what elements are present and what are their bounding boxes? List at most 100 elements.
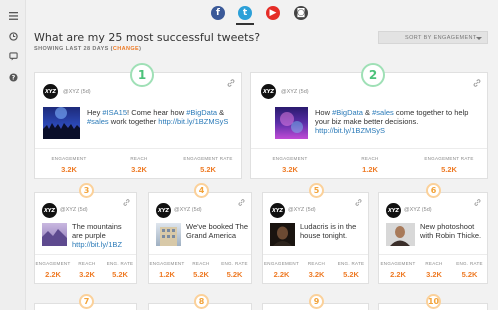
link-icon[interactable] <box>474 199 481 206</box>
metric-value: 3.2K <box>426 270 442 279</box>
sort-dropdown[interactable]: SORT BY ENGAGEMENT <box>378 31 488 44</box>
tweet-card-2[interactable]: 2 XYZ @XYZ (5d) How #BigData & #sales co… <box>250 63 488 179</box>
rank-badge: 10 <box>426 294 441 309</box>
rank-badge: 3 <box>79 183 94 198</box>
facebook-icon[interactable]: f <box>211 6 225 20</box>
tweet-text: How #BigData & #sales come together to h… <box>315 108 481 135</box>
tweet-url-link[interactable]: http://bit.ly/1BZMSyS <box>315 126 385 135</box>
tweet-text: Hey #ISA15! Come hear how #BigData & #sa… <box>87 108 235 126</box>
card-divider <box>35 254 136 255</box>
tweet-card-5[interactable]: 5 XYZ @XYZ (5d) Ludacris is in the house… <box>262 183 369 284</box>
tweet-card-3[interactable]: 3 XYZ @XYZ (5d) The mountains are purple… <box>34 183 137 284</box>
clock-icon[interactable] <box>6 29 20 43</box>
card-divider <box>35 148 241 149</box>
rank-badge: 7 <box>79 294 94 309</box>
rank-badge: 6 <box>426 183 441 198</box>
metric-label: ENGAGEMENT <box>263 261 299 266</box>
link-icon[interactable] <box>238 199 245 206</box>
menu-icon[interactable] <box>6 9 20 23</box>
instagram-icon[interactable]: ◙ <box>294 6 308 20</box>
tweet-image-abstract <box>275 107 308 139</box>
tweet-card-8[interactable]: 8 <box>148 294 252 310</box>
metric-value: 5.2K <box>461 270 478 279</box>
tweet-card-7[interactable]: 7 <box>34 294 137 310</box>
hashtag-link[interactable]: #sales <box>87 117 109 126</box>
page-title: What are my 25 most successful tweets? <box>34 31 261 44</box>
avatar: XYZ <box>270 203 285 218</box>
tweet-card-10[interactable]: 10 <box>378 294 488 310</box>
tweet-image-portrait <box>270 223 295 246</box>
rank-badge: 9 <box>309 294 324 309</box>
active-tab-indicator <box>236 23 254 25</box>
link-icon[interactable] <box>355 199 362 206</box>
card-divider <box>379 254 487 255</box>
metric-label: ENGAGEMENT <box>35 261 71 266</box>
sort-dropdown-label: SORT BY ENGAGEMENT <box>405 35 477 41</box>
date-range-suffix: ) <box>139 46 142 52</box>
card-divider <box>149 254 251 255</box>
avatar: XYZ <box>42 203 57 218</box>
metric-label: REACH <box>361 156 379 161</box>
metric-value: 3.2K <box>79 270 95 279</box>
rank-badge: 4 <box>194 183 209 198</box>
chevron-down-icon <box>476 37 482 40</box>
tweet-text-part: ! Come hear how <box>127 108 187 117</box>
link-icon[interactable] <box>227 79 235 87</box>
chat-icon[interactable] <box>6 49 20 63</box>
metric-value: 2.2K <box>390 270 406 279</box>
tweet-text: Ludacris is in the house tonight. <box>300 222 357 240</box>
card-divider <box>251 148 487 149</box>
link-icon[interactable] <box>123 199 130 206</box>
hashtag-link[interactable]: #BigData <box>186 108 217 117</box>
metric-value: 1.2K <box>159 270 175 279</box>
tweet-text-part: How <box>315 108 333 117</box>
metric-value: 5.2K <box>200 165 216 174</box>
tweet-card-6[interactable]: 6 XYZ @XYZ (5d) New photoshoot with Robi… <box>378 183 488 284</box>
metric-label: ENG. RATE <box>337 261 365 266</box>
avatar: XYZ <box>43 84 58 99</box>
tweet-text: We've booked The Grand America <box>186 222 249 240</box>
metric-value: 5.2K <box>193 270 209 279</box>
metric-value: 5.2K <box>112 270 128 279</box>
avatar: XYZ <box>386 203 401 218</box>
svg-text:?: ? <box>11 74 15 81</box>
avatar: XYZ <box>261 84 276 99</box>
metric-label: ENGAGEMENT <box>51 156 87 161</box>
change-range-link[interactable]: CHANGE <box>113 46 139 52</box>
hashtag-link[interactable]: #sales <box>372 108 394 117</box>
tweet-url-link[interactable]: http://bit.ly/1BZMSyS <box>158 117 228 126</box>
tweet-card-1[interactable]: 1 XYZ @XYZ (5d) Hey #ISA15! Come hear ho… <box>34 63 242 179</box>
rank-badge: 2 <box>361 63 385 87</box>
tweet-card-9[interactable]: 9 <box>262 294 369 310</box>
hashtag-link[interactable]: #ISA15 <box>102 108 127 117</box>
date-range-prefix: SHOWING LAST 28 DAYS ( <box>34 46 113 52</box>
youtube-icon[interactable]: ▶ <box>266 6 280 20</box>
help-icon[interactable]: ? <box>6 70 20 84</box>
metric-value: 2.2K <box>45 270 61 279</box>
twitter-icon[interactable]: t <box>238 6 252 20</box>
metric-label: REACH <box>130 156 148 161</box>
metric-label: ENGAGEMENT RATE <box>183 156 233 161</box>
rank-badge: 5 <box>309 183 324 198</box>
link-icon[interactable] <box>473 79 481 87</box>
metric-value: 1.2K <box>362 165 378 174</box>
avatar: XYZ <box>156 203 171 218</box>
hashtag-link[interactable]: #BigData <box>332 108 363 117</box>
network-tabs: f t ▶ ◙ <box>26 0 498 26</box>
metric-label: REACH <box>425 261 443 266</box>
tweet-card-4[interactable]: 4 XYZ @XYZ (5d) We've booked The Grand A… <box>148 183 252 284</box>
left-sidebar: ? <box>0 0 26 310</box>
tweet-image-mountains <box>42 223 67 246</box>
metric-label: REACH <box>78 261 96 266</box>
tweet-handle: @XYZ (5d) <box>63 89 91 95</box>
metric-value: 3.2K <box>308 270 325 279</box>
metric-label: REACH <box>307 261 326 266</box>
metric-value: 5.2K <box>343 270 359 279</box>
tweet-handle: @XYZ (5d) <box>174 207 202 213</box>
tweet-text-part: The mountains are purple <box>72 222 122 240</box>
tweet-url-link[interactable]: http://bit.ly/1BZ <box>72 240 122 249</box>
tweet-text-part: & <box>217 108 225 117</box>
date-range-text: SHOWING LAST 28 DAYS (CHANGE) <box>34 46 141 52</box>
tweet-image-photoshoot <box>386 223 415 246</box>
tweet-text: The mountains are purple http://bit.ly/1… <box>72 222 134 249</box>
